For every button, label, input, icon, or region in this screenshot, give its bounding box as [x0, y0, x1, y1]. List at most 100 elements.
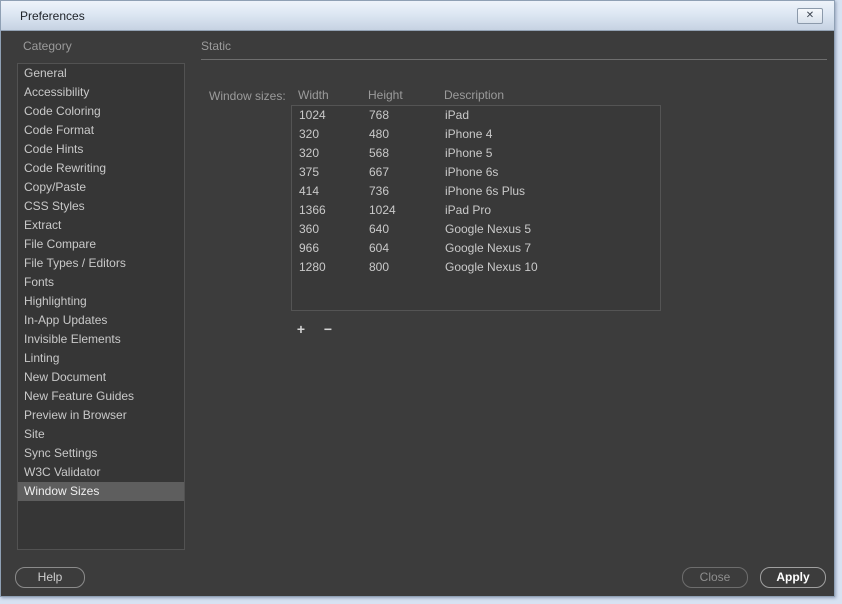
cell-width: 1366	[299, 203, 326, 217]
category-list-item[interactable]: File Types / Editors	[18, 254, 184, 273]
desktop: { "window": { "title": "Preferences", "c…	[0, 0, 842, 604]
category-item-label: Invisible Elements	[24, 332, 121, 346]
category-list: General Accessibility Code Coloring Code…	[17, 63, 185, 550]
table-row[interactable]: 1024 768 iPad	[292, 106, 660, 125]
category-item-label: Code Coloring	[24, 104, 101, 118]
remove-size-button[interactable]: −	[321, 322, 335, 336]
category-item-label: Fonts	[24, 275, 55, 289]
category-list-item[interactable]: Copy/Paste	[18, 178, 184, 197]
window-close-button[interactable]: ✕	[797, 8, 823, 24]
sizes-table-header: Width Height Description	[291, 88, 661, 102]
category-list-item[interactable]: New Feature Guides	[18, 387, 184, 406]
category-item-label: File Types / Editors	[24, 256, 126, 270]
titlebar[interactable]: Preferences ✕	[1, 1, 834, 31]
category-list-item[interactable]: W3C Validator	[18, 463, 184, 482]
cell-description: iPhone 6s Plus	[445, 184, 526, 198]
category-item-label: Preview in Browser	[24, 408, 127, 422]
cell-width: 1280	[299, 260, 326, 274]
cell-height: 768	[369, 108, 390, 122]
close-icon: ✕	[805, 10, 815, 21]
dialog-content: Category General Accessibility Code Colo…	[1, 32, 834, 596]
category-list-item[interactable]: In-App Updates	[18, 311, 184, 330]
table-row[interactable]: 320 568 iPhone 5	[292, 144, 660, 163]
category-list-item[interactable]: Preview in Browser	[18, 406, 184, 425]
cell-height: 480	[369, 127, 390, 141]
cell-description: Google Nexus 10	[445, 260, 538, 274]
category-list-item[interactable]: Linting	[18, 349, 184, 368]
category-item-label: Sync Settings	[24, 446, 98, 460]
category-item-label: General	[24, 66, 67, 80]
list-actions: + −	[294, 322, 335, 336]
category-list-item[interactable]: File Compare	[18, 235, 184, 254]
category-item-label: Copy/Paste	[24, 180, 87, 194]
category-item-label: W3C Validator	[24, 465, 101, 479]
add-size-button[interactable]: +	[294, 322, 308, 336]
table-row[interactable]: 320 480 iPhone 4	[292, 125, 660, 144]
category-header: Category	[23, 39, 72, 53]
cell-width: 966	[299, 241, 320, 255]
category-list-item[interactable]: Site	[18, 425, 184, 444]
category-item-label: New Feature Guides	[24, 389, 135, 403]
help-button[interactable]: Help	[15, 567, 85, 588]
cell-height: 736	[369, 184, 390, 198]
cell-width: 1024	[299, 108, 326, 122]
table-row[interactable]: 414 736 iPhone 6s Plus	[292, 182, 660, 201]
category-list-item[interactable]: New Document	[18, 368, 184, 387]
cell-description: Google Nexus 5	[445, 222, 532, 236]
section-divider	[201, 59, 827, 60]
category-item-label: Highlighting	[24, 294, 87, 308]
category-item-label: Code Rewriting	[24, 161, 107, 175]
column-header-width: Width	[298, 88, 329, 102]
cell-width: 414	[299, 184, 320, 198]
column-header-height: Height	[368, 88, 403, 102]
table-row[interactable]: 1280 800 Google Nexus 10	[292, 258, 660, 277]
category-item-label: Accessibility	[24, 85, 90, 99]
preferences-dialog: Preferences ✕ Category General Accessibi…	[0, 0, 835, 597]
category-item-label: Code Format	[24, 123, 95, 137]
category-list-item[interactable]: Highlighting	[18, 292, 184, 311]
cell-width: 375	[299, 165, 320, 179]
cell-description: iPad Pro	[445, 203, 492, 217]
table-row[interactable]: 360 640 Google Nexus 5	[292, 220, 660, 239]
cell-height: 568	[369, 146, 390, 160]
category-list-item[interactable]: Invisible Elements	[18, 330, 184, 349]
cell-description: iPhone 5	[445, 146, 493, 160]
cell-height: 667	[369, 165, 390, 179]
category-list-item[interactable]: CSS Styles	[18, 197, 184, 216]
category-list-item[interactable]: Sync Settings	[18, 444, 184, 463]
category-list-item[interactable]: Code Hints	[18, 140, 184, 159]
table-row[interactable]: 1366 1024 iPad Pro	[292, 201, 660, 220]
table-row[interactable]: 966 604 Google Nexus 7	[292, 239, 660, 258]
category-item-label: Extract	[24, 218, 62, 232]
category-list-item[interactable]: Accessibility	[18, 83, 184, 102]
table-row[interactable]: 375 667 iPhone 6s	[292, 163, 660, 182]
apply-button[interactable]: Apply	[760, 567, 826, 588]
category-list-item[interactable]: Code Rewriting	[18, 159, 184, 178]
category-item-label: In-App Updates	[24, 313, 108, 327]
cell-height: 640	[369, 222, 390, 236]
cell-height: 800	[369, 260, 390, 274]
category-list-item[interactable]: General	[18, 64, 184, 83]
close-button[interactable]: Close	[682, 567, 748, 588]
category-item-label: Window Sizes	[24, 484, 100, 498]
category-list-item[interactable]: Code Format	[18, 121, 184, 140]
section-title: Static	[201, 39, 232, 53]
category-item-label: CSS Styles	[24, 199, 85, 213]
category-list-item[interactable]: Window Sizes	[18, 482, 184, 501]
category-item-label: Code Hints	[24, 142, 84, 156]
category-item-label: New Document	[24, 370, 107, 384]
category-item-label: Site	[24, 427, 45, 441]
cell-description: iPad	[445, 108, 470, 122]
sizes-table: 1024 768 iPad 320 480 iPhone 4 320 568 i…	[291, 105, 661, 311]
category-item-label: Linting	[24, 351, 60, 365]
cell-height: 604	[369, 241, 390, 255]
cell-width: 320	[299, 146, 320, 160]
window-sizes-label: Window sizes:	[209, 89, 286, 103]
category-list-item[interactable]: Code Coloring	[18, 102, 184, 121]
cell-height: 1024	[369, 203, 396, 217]
column-header-description: Description	[444, 88, 505, 102]
category-list-item[interactable]: Extract	[18, 216, 184, 235]
window-title: Preferences	[20, 9, 85, 23]
category-item-label: File Compare	[24, 237, 97, 251]
category-list-item[interactable]: Fonts	[18, 273, 184, 292]
